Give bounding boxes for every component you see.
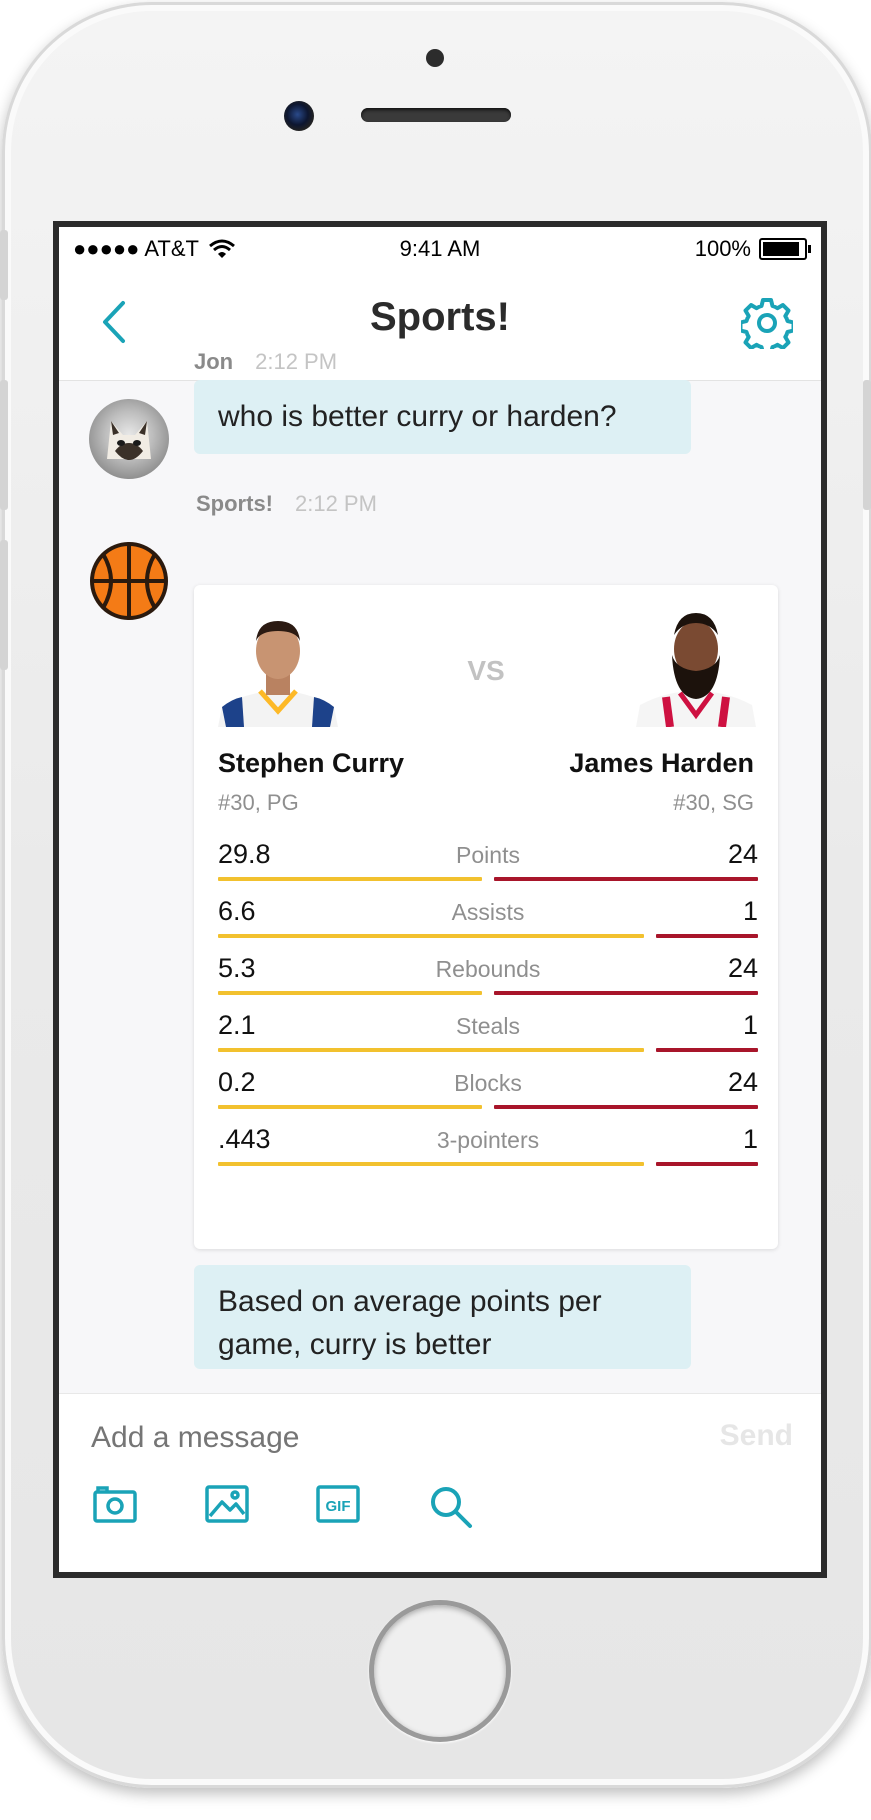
stat-label: 3-pointers <box>436 1127 540 1153</box>
left-player-name: Stephen Curry <box>218 748 405 778</box>
message-text: Based on average points per game, curry … <box>218 1285 602 1361</box>
screen: ●●●●● AT&T 9:41 AM 100% Sports! Jon 2:12… <box>53 221 827 1578</box>
gif-icon[interactable]: GIF <box>315 1484 361 1524</box>
stat-label: Points <box>456 842 520 868</box>
battery-indicator: 100% <box>694 236 811 262</box>
stat-row-3-pointers: .443 3-pointers 1 <box>218 1124 758 1188</box>
right-player-name: James Harden <box>569 748 754 778</box>
versus-label: VS <box>467 655 505 686</box>
stat-row-points: 29.8 Points 24 <box>218 839 758 903</box>
left-stat-bar <box>218 991 482 995</box>
stat-row-blocks: 0.2 Blocks 24 <box>218 1067 758 1131</box>
right-stat-value: 24 <box>727 953 758 983</box>
left-stat-bar <box>218 1048 644 1052</box>
right-stat-bar <box>656 1162 758 1166</box>
stat-label: Rebounds <box>435 956 541 982</box>
power-button <box>863 380 871 510</box>
message-text: who is better curry or harden? <box>218 400 617 433</box>
image-icon[interactable] <box>204 1484 250 1524</box>
stat-row-assists: 6.6 Assists 1 <box>218 896 758 960</box>
camera-icon[interactable] <box>92 1484 138 1524</box>
stat-row-rebounds: 5.3 Rebounds 24 <box>218 953 758 1017</box>
message-composer: Send GIF <box>59 1393 821 1572</box>
battery-icon <box>759 238 811 260</box>
page-title: Sports! <box>370 295 510 339</box>
front-camera <box>284 101 314 131</box>
message-time: 2:12 PM <box>295 491 377 516</box>
send-button[interactable]: Send <box>720 1419 793 1453</box>
gif-label: GIF <box>326 1498 351 1515</box>
right-stat-value: 24 <box>727 839 758 869</box>
stat-label: Steals <box>456 1013 520 1039</box>
right-player-number-position: #30, SG <box>673 790 754 815</box>
basketball-icon <box>90 542 168 620</box>
player-comparison-card[interactable]: VS Stephen Curry James Harden #30, PG #3… <box>194 585 778 1249</box>
right-stat-value: 24 <box>727 1067 758 1097</box>
left-stat-bar <box>218 877 482 881</box>
right-stat-bar <box>656 934 758 938</box>
right-stat-value: 1 <box>742 896 758 926</box>
mute-switch <box>0 230 8 300</box>
volume-down-button <box>0 540 8 670</box>
battery-percent: 100% <box>694 236 751 261</box>
message-meta: Sports! 2:12 PM <box>196 491 377 517</box>
gear-icon[interactable] <box>741 297 793 349</box>
earpiece-speaker <box>361 108 511 122</box>
message-meta: Jon 2:12 PM <box>194 349 337 375</box>
right-stat-value: 1 <box>742 1010 758 1040</box>
message-time: 2:12 PM <box>255 349 338 374</box>
stat-row-steals: 2.1 Steals 1 <box>218 1010 758 1074</box>
author-name: Sports! <box>196 491 273 516</box>
stat-label: Blocks <box>454 1070 522 1096</box>
stat-label: Assists <box>451 899 525 925</box>
message-bubble: who is better curry or harden? <box>194 380 691 454</box>
author-name: Jon <box>194 349 234 374</box>
right-stat-bar <box>494 1105 758 1109</box>
left-stat-bar <box>218 1105 482 1109</box>
battery-fill <box>763 242 799 256</box>
right-stat-value: 1 <box>742 1124 758 1154</box>
message-bubble: Based on average points per game, curry … <box>194 1265 691 1369</box>
left-stat-bar <box>218 934 644 938</box>
right-stat-bar <box>494 991 758 995</box>
left-player-number-position: #30, PG <box>218 790 299 815</box>
avatar[interactable] <box>89 541 169 621</box>
home-button[interactable] <box>369 1600 511 1742</box>
proximity-sensor <box>426 49 444 67</box>
avatar[interactable] <box>89 399 169 479</box>
volume-up-button <box>0 380 8 510</box>
right-stat-bar <box>656 1048 758 1052</box>
search-icon[interactable] <box>428 1484 474 1530</box>
message-input[interactable] <box>89 1412 653 1464</box>
left-stat-bar <box>218 1162 644 1166</box>
right-stat-bar <box>494 877 758 881</box>
nav-bar: Sports! <box>59 269 821 381</box>
status-bar: ●●●●● AT&T 9:41 AM 100% <box>59 227 821 269</box>
cat-avatar-icon <box>107 421 151 460</box>
